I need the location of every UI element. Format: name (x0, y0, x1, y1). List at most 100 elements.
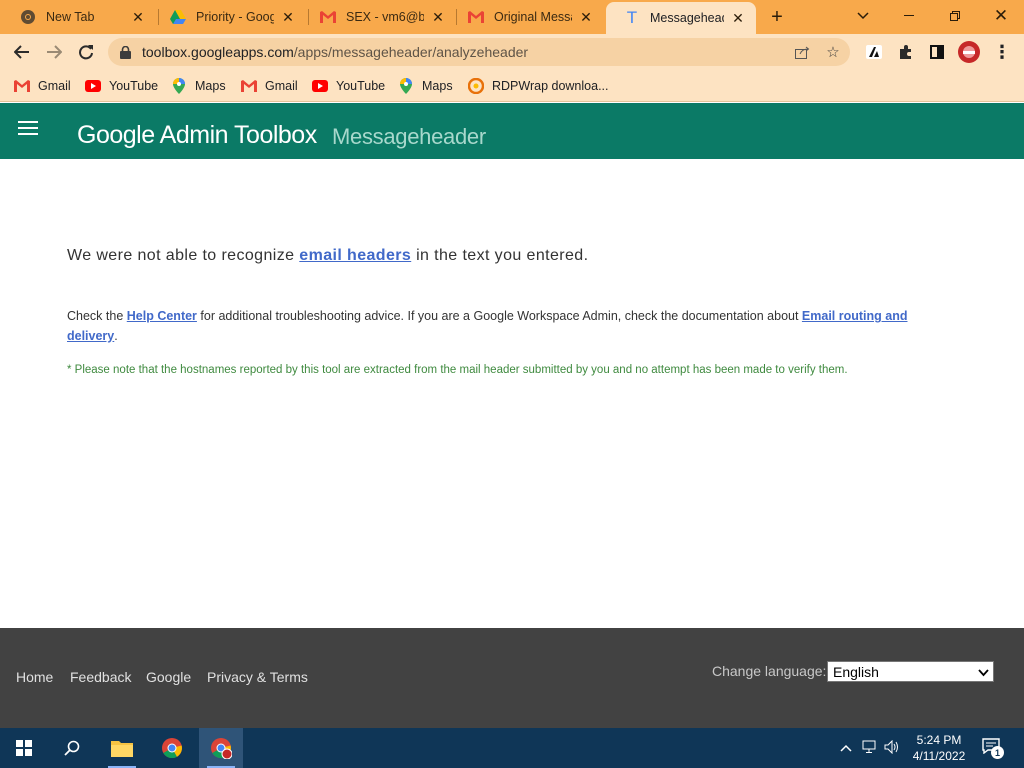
tab-title: Messageheader (650, 11, 724, 25)
bookmark-label: Gmail (38, 79, 71, 93)
side-panel-icon[interactable] (923, 38, 951, 66)
tab-messageheader[interactable]: T Messageheader ✕ (606, 2, 756, 34)
help-center-link[interactable]: Help Center (127, 309, 197, 323)
footer-link-google[interactable]: Google (146, 669, 191, 685)
close-tab-icon[interactable]: ✕ (280, 9, 296, 25)
app-header: Google Admin Toolbox Messageheader (0, 103, 1024, 159)
chevron-down-icon (978, 664, 989, 680)
error-text-pre: We were not able to recognize (67, 247, 300, 264)
youtube-icon (312, 78, 328, 94)
minimize-button[interactable] (886, 0, 932, 32)
hamburger-menu-icon[interactable] (18, 121, 38, 137)
help-text-mid: for additional troubleshooting advice. I… (196, 309, 802, 323)
bookmark-label: Maps (422, 79, 453, 93)
close-tab-icon[interactable]: ✕ (130, 9, 146, 25)
bookmark-maps[interactable]: Maps (398, 76, 453, 96)
tab-title: SEX - vm6@bra (346, 10, 424, 24)
close-tab-icon[interactable]: ✕ (730, 10, 746, 26)
bookmark-label: Gmail (265, 79, 298, 93)
bookmark-label: Maps (195, 79, 226, 93)
bookmark-maps[interactable]: Maps (171, 76, 226, 96)
help-text-post: . (114, 329, 118, 343)
gmail-icon (14, 78, 30, 94)
gmail-icon (241, 78, 257, 94)
bookmark-gmail[interactable]: Gmail (241, 76, 298, 96)
new-tab-button[interactable]: + (764, 4, 790, 30)
clock-date: 4/11/2022 (912, 749, 966, 763)
tab-title: Priority - Goog (196, 10, 274, 24)
tab-original-message[interactable]: Original Messag ✕ (450, 0, 604, 34)
email-headers-link[interactable]: email headers (299, 247, 411, 264)
lock-icon[interactable] (118, 45, 132, 59)
address-bar[interactable]: toolbox.googleapps.com/apps/messageheade… (108, 38, 850, 66)
bookmark-label: YouTube (336, 79, 386, 93)
forward-arrow-icon[interactable] (40, 38, 68, 66)
search-icon[interactable] (50, 728, 94, 768)
windows-start-icon[interactable] (2, 728, 46, 768)
close-tab-icon[interactable]: ✕ (430, 9, 446, 25)
tab-strip: New Tab ✕ Priority - Goog ✕ SEX - vm6@br… (0, 0, 1024, 34)
bookmark-gmail[interactable]: Gmail (14, 76, 71, 96)
url-text: toolbox.googleapps.com/apps/messageheade… (142, 44, 528, 60)
language-selected-value: English (833, 663, 879, 680)
close-window-button[interactable]: ✕ (978, 0, 1024, 32)
page-footer: Home Feedback Google Privacy & Terms Cha… (0, 628, 1024, 728)
language-label: Change language: (712, 663, 827, 679)
brand-title: Google Admin Toolbox (77, 121, 317, 149)
browser-toolbar: toolbox.googleapps.com/apps/messageheade… (0, 34, 1024, 70)
tab-title: New Tab (46, 10, 95, 24)
chrome-taskbar-icon[interactable] (150, 728, 194, 768)
show-hidden-icons-chevron-icon[interactable] (840, 740, 852, 755)
product-title: Messageheader (332, 124, 486, 149)
gmail-icon (320, 9, 336, 25)
restore-button[interactable] (932, 0, 978, 32)
chrome-icon (20, 9, 36, 25)
close-tab-icon[interactable]: ✕ (578, 9, 594, 25)
help-paragraph: Check the Help Center for additional tro… (67, 306, 947, 346)
google-drive-icon (170, 9, 186, 25)
hostname-note: * Please note that the hostnames reporte… (67, 364, 848, 376)
bookmark-rdpwrap[interactable]: RDPWrap downloa... (468, 76, 609, 96)
error-text-post: in the text you entered. (411, 247, 589, 264)
gmail-icon (468, 9, 484, 25)
extension-a-icon[interactable] (860, 38, 888, 66)
footer-link-privacy-terms[interactable]: Privacy & Terms (207, 669, 308, 685)
chrome-profile-taskbar-icon[interactable] (199, 728, 243, 768)
bookmarks-bar: Gmail YouTube Maps Gmail YouTube Maps RD… (0, 70, 1024, 102)
bookmark-label: YouTube (109, 79, 159, 93)
maps-icon (398, 78, 414, 94)
share-icon[interactable] (788, 38, 816, 66)
bookmark-label: RDPWrap downloa... (492, 79, 609, 93)
help-text-pre: Check the (67, 309, 127, 323)
toolbox-t-icon: T (626, 8, 638, 27)
menu-kebab-icon[interactable]: ⋮ (988, 38, 1016, 66)
system-clock[interactable]: 5:24 PM 4/11/2022 (906, 732, 972, 764)
main-content: We were not able to recognize email head… (0, 159, 1024, 628)
notification-center-icon[interactable]: 1 (982, 738, 1004, 759)
tab-gmail-sex[interactable]: SEX - vm6@bra ✕ (302, 0, 456, 34)
network-icon[interactable] (862, 740, 878, 757)
clock-time: 5:24 PM (916, 733, 962, 747)
volume-icon[interactable] (884, 739, 900, 757)
url-host: toolbox.googleapps.com (142, 44, 294, 60)
bookmark-youtube[interactable]: YouTube (85, 76, 158, 96)
rdpwrap-icon (468, 78, 484, 94)
reload-icon[interactable] (72, 38, 100, 66)
youtube-icon (85, 78, 101, 94)
bookmark-youtube[interactable]: YouTube (312, 76, 385, 96)
maps-icon (171, 78, 187, 94)
tab-priority[interactable]: Priority - Goog ✕ (152, 0, 306, 34)
footer-link-feedback[interactable]: Feedback (70, 669, 131, 685)
extensions-puzzle-icon[interactable] (892, 38, 920, 66)
bookmark-star-icon[interactable]: ☆ (819, 38, 847, 66)
notification-count-badge: 1 (991, 746, 1004, 759)
footer-link-home[interactable]: Home (16, 669, 53, 685)
tab-title: Original Messag (494, 10, 572, 24)
tab-search-chevron-icon[interactable] (840, 0, 886, 32)
tab-new-tab[interactable]: New Tab ✕ (2, 0, 156, 34)
language-select[interactable]: English (827, 661, 994, 682)
file-explorer-icon[interactable] (100, 728, 144, 768)
profile-avatar[interactable] (955, 38, 983, 66)
back-arrow-icon[interactable] (8, 38, 36, 66)
url-path: /apps/messageheader/analyzeheader (293, 44, 529, 60)
